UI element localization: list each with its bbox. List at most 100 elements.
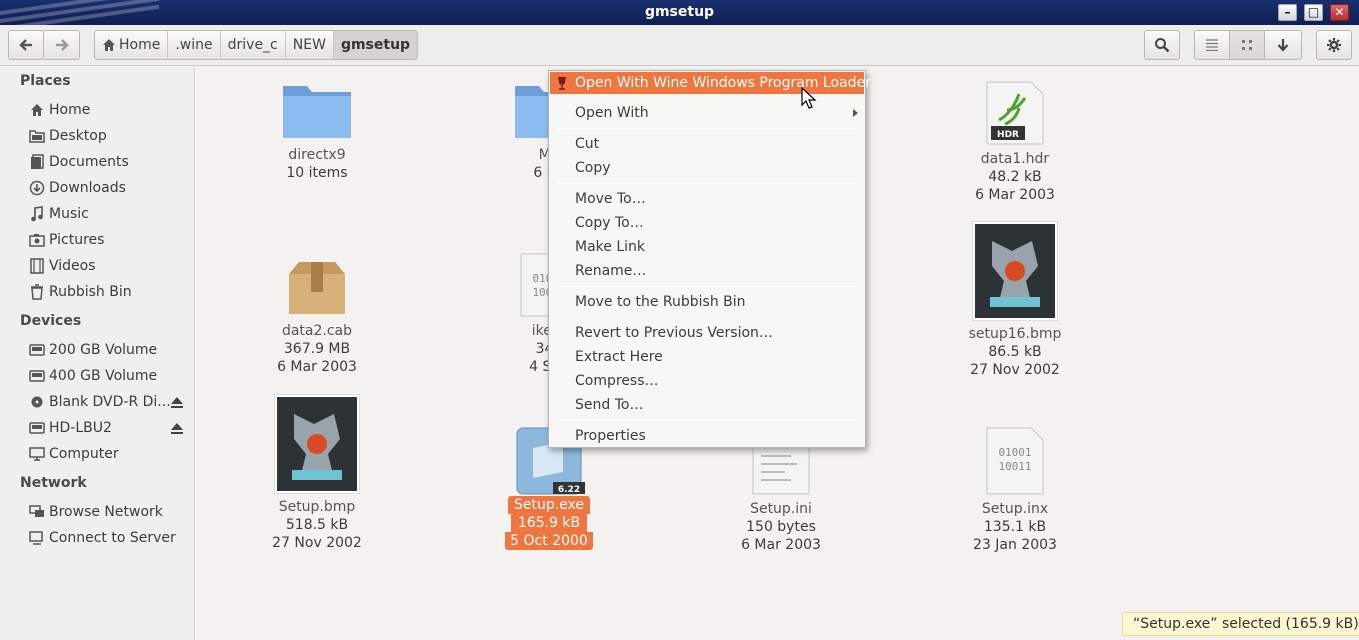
file-item[interactable]: setup16.bmp 86.5 kB 27 Nov 2002 xyxy=(950,221,1080,379)
breadcrumb: Home .wine drive_c NEW gmsetup xyxy=(94,30,419,60)
trash-icon xyxy=(28,284,46,300)
forward-arrow-icon xyxy=(55,39,69,51)
search-button[interactable] xyxy=(1144,30,1180,60)
documents-icon xyxy=(28,154,46,170)
maximize-button[interactable]: □ xyxy=(1304,4,1323,21)
menu-separator xyxy=(557,317,857,318)
sidebar-item-desktop[interactable]: Desktop xyxy=(28,125,107,147)
sidebar-item-label: Browse Network xyxy=(49,504,163,520)
film-icon xyxy=(28,258,46,274)
sidebar-item-downloads[interactable]: Downloads xyxy=(28,177,126,199)
breadcrumb-gmsetup[interactable]: gmsetup xyxy=(333,31,418,59)
menu-separator xyxy=(557,420,857,421)
sidebar-item-label: Desktop xyxy=(49,128,107,144)
file-date: 5 Oct 2000 xyxy=(505,532,593,550)
mouse-pointer-icon xyxy=(801,87,817,109)
file-date: 27 Nov 2002 xyxy=(272,535,362,551)
sidebar-item-label: Blank DVD-R Di... xyxy=(49,394,171,410)
sidebar-item-videos[interactable]: Videos xyxy=(28,255,96,277)
menu-item-properties[interactable]: Properties xyxy=(550,425,864,447)
sidebar-item-music[interactable]: Music xyxy=(28,203,89,225)
search-icon xyxy=(1155,38,1170,53)
menu-item-send-to[interactable]: Send To… xyxy=(550,394,864,416)
sidebar-item-label: Music xyxy=(49,206,89,222)
sidebar-item-browse-network[interactable]: Browse Network xyxy=(28,501,163,523)
back-button[interactable] xyxy=(8,30,44,60)
file-name: data1.hdr xyxy=(980,151,1050,167)
close-button[interactable]: ✕ xyxy=(1330,4,1349,21)
sidebar-item-computer[interactable]: Computer xyxy=(28,443,119,465)
sidebar-item-pictures[interactable]: Pictures xyxy=(28,229,104,251)
server-icon xyxy=(28,530,46,546)
sidebar-item-rubbish-bin[interactable]: Rubbish Bin xyxy=(28,281,132,303)
hdr-file-icon: HDR xyxy=(986,81,1044,145)
eject-icon[interactable] xyxy=(170,421,184,435)
sidebar-item-label: Connect to Server xyxy=(49,530,176,546)
menu-item-cut[interactable]: Cut xyxy=(550,133,864,155)
list-view-button[interactable] xyxy=(1194,30,1230,60)
file-badge: 6.22 xyxy=(558,485,580,495)
archive-box-icon xyxy=(289,262,345,314)
binary-digits: 10011 xyxy=(998,460,1031,473)
breadcrumb-home[interactable]: Home xyxy=(95,31,169,59)
breadcrumb-home-label: Home xyxy=(119,37,161,53)
view-options-button[interactable] xyxy=(1264,30,1302,60)
back-arrow-icon xyxy=(19,39,32,51)
home-icon xyxy=(28,102,46,118)
menu-item-label: Open With Wine Windows Program Loader xyxy=(575,75,871,91)
menu-item-move-to[interactable]: Move To… xyxy=(550,188,864,210)
home-icon xyxy=(103,39,115,51)
sidebar-item-connect-to-server[interactable]: Connect to Server xyxy=(28,527,176,549)
file-meta: 367.9 MB xyxy=(283,341,351,357)
file-date: 6 Mar 2003 xyxy=(975,187,1055,203)
breadcrumb-drive-c[interactable]: drive_c xyxy=(221,31,286,59)
file-date: 6 Mar 2003 xyxy=(277,359,357,375)
menu-item-revert[interactable]: Revert to Previous Version… xyxy=(550,322,864,344)
sidebar-item-200gb-volume[interactable]: 200 GB Volume xyxy=(28,339,157,361)
gear-icon xyxy=(1327,38,1341,52)
grid-view-button[interactable] xyxy=(1229,30,1265,60)
file-item[interactable]: Setup.bmp 518.5 kB 27 Nov 2002 xyxy=(252,394,382,552)
disc-icon xyxy=(28,394,46,410)
sidebar-item-home[interactable]: Home xyxy=(28,99,90,121)
menu-item-move-to-rubbish-bin[interactable]: Move to the Rubbish Bin xyxy=(550,291,864,313)
menu-item-copy[interactable]: Copy xyxy=(550,157,864,179)
menu-item-make-link[interactable]: Make Link xyxy=(550,236,864,258)
file-item[interactable]: directx9 10 items xyxy=(252,80,382,182)
sidebar-item-label: Computer xyxy=(49,446,119,462)
sidebar-item-blank-dvd[interactable]: Blank DVD-R Di... xyxy=(28,391,171,413)
menu-item-compress[interactable]: Compress… xyxy=(550,370,864,392)
menu-separator xyxy=(557,286,857,287)
minimize-button[interactable]: – xyxy=(1278,4,1297,21)
forward-button[interactable] xyxy=(44,30,80,60)
menu-item-copy-to[interactable]: Copy To… xyxy=(550,212,864,234)
file-meta: 150 bytes xyxy=(746,519,816,535)
image-thumbnail xyxy=(972,221,1058,321)
file-badge: HDR xyxy=(997,130,1019,140)
sidebar-item-label: Videos xyxy=(49,258,96,274)
eject-icon[interactable] xyxy=(170,395,184,409)
grid-view-icon xyxy=(1242,40,1252,50)
breadcrumb-new[interactable]: NEW xyxy=(286,31,334,59)
music-note-icon xyxy=(28,206,46,222)
sidebar-item-label: HD-LBU2 xyxy=(49,420,112,436)
menu-item-rename[interactable]: Rename… xyxy=(550,260,864,282)
file-item[interactable]: data2.cab 367.9 MB 6 Mar 2003 xyxy=(252,260,382,376)
menu-item-extract-here[interactable]: Extract Here xyxy=(550,346,864,368)
sidebar-item-label: 400 GB Volume xyxy=(49,368,158,384)
sidebar-item-documents[interactable]: Documents xyxy=(28,151,129,173)
sidebar-item-label: Pictures xyxy=(49,232,105,248)
breadcrumb-wine[interactable]: .wine xyxy=(168,31,221,59)
computer-icon xyxy=(28,446,46,462)
settings-button[interactable] xyxy=(1316,30,1352,60)
sidebar-item-400gb-volume[interactable]: 400 GB Volume xyxy=(28,365,157,387)
sidebar-item-hd-lbu2[interactable]: HD-LBU2 xyxy=(28,417,112,439)
sidebar-section-places: Places xyxy=(20,73,71,89)
wine-glass-icon xyxy=(558,77,566,90)
file-item[interactable]: HDR data1.hdr 48.2 kB 6 Mar 2003 xyxy=(950,80,1080,204)
camera-icon xyxy=(28,232,46,248)
sidebar-section-network: Network xyxy=(20,475,87,491)
file-meta: 135.1 kB xyxy=(983,519,1047,535)
file-item[interactable]: 01001 10011 Setup.inx 135.1 kB 23 Jan 20… xyxy=(950,426,1080,554)
sidebar-section-devices: Devices xyxy=(20,313,82,329)
